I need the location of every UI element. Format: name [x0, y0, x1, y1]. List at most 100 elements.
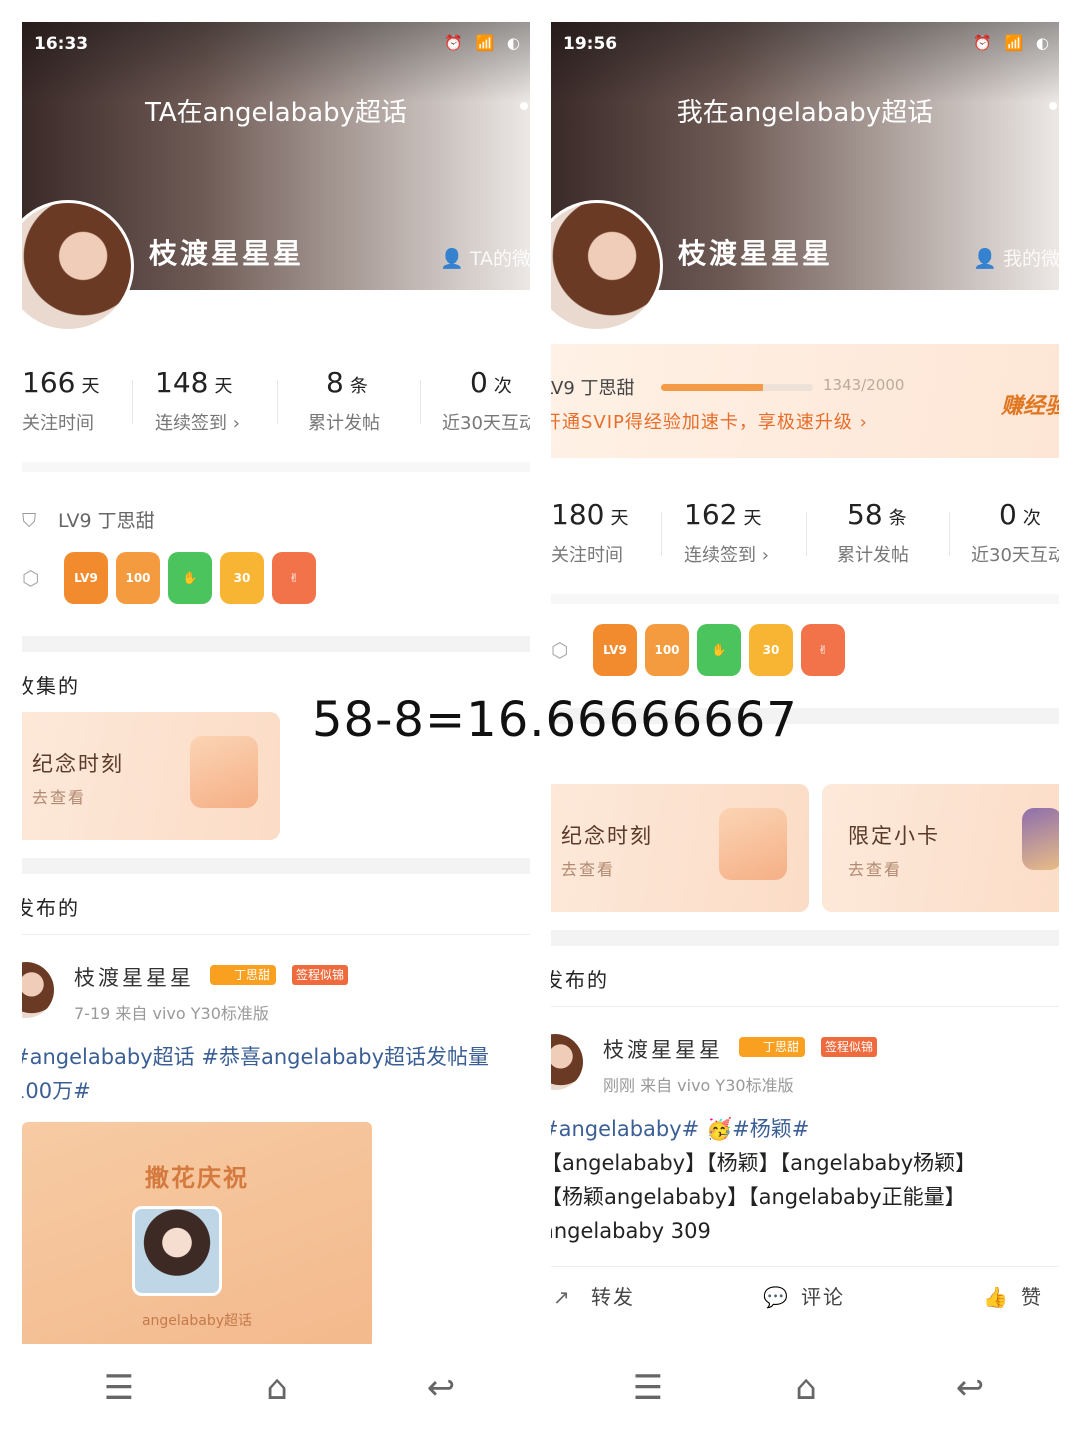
status-icons: ⏰ 📶 ◐ — [444, 34, 524, 52]
stat-follow-days: 180 天 关注时间 — [551, 498, 671, 567]
stat-unit: 条 — [888, 508, 907, 529]
stat-label: 连续签到 › — [155, 413, 240, 434]
stat-divider — [132, 380, 133, 424]
post-line[interactable]: #angelababy超话 #恭喜angelababy超话发帖量 — [22, 1040, 530, 1074]
post-image[interactable]: 撒花庆祝 angelababy超话 — [22, 1122, 372, 1344]
settings-icon[interactable] — [1049, 102, 1057, 110]
badge-lv9: LV9 — [64, 552, 108, 604]
divider-line — [22, 934, 530, 935]
like-button[interactable]: 👍 赞 — [983, 1281, 1043, 1310]
like-label: 赞 — [1021, 1285, 1043, 1309]
username: 枝渡星星星 — [678, 237, 834, 270]
stat-label: 关注时间 — [22, 413, 94, 434]
card-memorial[interactable]: 纪念时刻 去查看 — [22, 712, 280, 840]
card-subtitle: 去查看 — [32, 788, 87, 807]
badge-lv9: LV9 — [593, 624, 637, 676]
badge-100-days: 100 — [645, 624, 689, 676]
post-line[interactable]: 100万# — [22, 1074, 530, 1108]
repost-label: 转发 — [591, 1285, 635, 1309]
medal-icon: ⬡ — [22, 566, 40, 590]
stat-divider — [277, 380, 278, 424]
post-author[interactable]: 枝渡星星星 — [74, 962, 194, 992]
level-progress-bar — [661, 384, 813, 391]
level-row[interactable]: ⛉ LV9 丁思甜 — [22, 506, 155, 533]
stat-interactions: 0次 近30天互动 — [442, 366, 530, 435]
card-title: 限定小卡 — [848, 824, 940, 848]
post-header: 枝渡星星星 丁思甜 签程似锦 刚刚 来自 vivo Y30标准版 — [551, 1034, 1059, 1104]
stat-value: 148 — [155, 366, 209, 399]
earn-exp-button[interactable]: 赚经验 — [1001, 388, 1059, 420]
post-actions: ↗ 转发 💬 评论 👍 赞 — [551, 1266, 1059, 1326]
badge-30-days: 30 — [220, 552, 264, 604]
card-limited[interactable]: 限定小卡 去查看 — [822, 784, 1059, 912]
stat-divider — [806, 512, 807, 556]
level-card[interactable]: LV9 丁思甜 1343/2000 开通SVIP得经验加速卡，享极速升级 › 赚… — [551, 344, 1059, 458]
section-divider — [22, 462, 530, 472]
stat-label: 累计发帖 — [308, 413, 380, 434]
badge-gesture: ✌ — [272, 552, 316, 604]
section-divider — [22, 636, 530, 652]
thumbs-up-icon: 👍 — [983, 1285, 1010, 1309]
card-subtitle: 去查看 — [848, 860, 903, 879]
stat-value: 162 — [684, 498, 738, 531]
weibo-link[interactable]: 👤 TA的微博 — [440, 244, 530, 271]
badge-row[interactable]: ⬡ LV9 100 ✋ 30 ✌ — [22, 552, 342, 608]
level-progress-text: 1343/2000 — [823, 376, 905, 394]
medal-icon: ⬡ — [551, 638, 569, 662]
stat-follow-days: 166 天 关注时间 — [22, 366, 142, 435]
share-icon: ↗ — [553, 1285, 572, 1309]
stat-value: 0 — [999, 498, 1017, 531]
post-meta: 刚刚 来自 vivo Y30标准版 — [603, 1076, 794, 1095]
comment-button[interactable]: 💬 评论 — [763, 1281, 845, 1310]
badge-row[interactable]: ⬡ LV9 100 ✋ 30 ✌ — [551, 624, 871, 680]
back-icon[interactable]: ↩ — [416, 1368, 466, 1408]
shield-icon: ⛉ — [22, 510, 37, 532]
page-title: 我在angelababy超话 — [676, 98, 934, 128]
stat-value: 0 — [470, 366, 488, 399]
section-divider — [551, 930, 1059, 946]
card-memorial[interactable]: 纪念时刻 去查看 — [551, 784, 809, 912]
post-avatar[interactable] — [551, 1034, 583, 1090]
home-icon[interactable]: ⌂ — [252, 1368, 302, 1408]
section-divider — [22, 858, 530, 874]
image-photo — [132, 1206, 222, 1296]
menu-icon[interactable]: ☰ — [94, 1368, 144, 1408]
level-badge: 丁思甜 — [210, 965, 277, 985]
post-body[interactable]: #angelababy超话 #恭喜angelababy超话发帖量 100万# — [22, 1040, 530, 1108]
card-title: 纪念时刻 — [32, 752, 124, 776]
badge-hand: ✋ — [697, 624, 741, 676]
post-line: angelababy 309 — [551, 1219, 711, 1243]
stat-signin-days[interactable]: 162 天 连续签到 › — [684, 498, 804, 567]
left-screenshot: 16:33 ⏰ 📶 ◐ TA在angelababy超话 枝渡星星星 👤 TA的微… — [22, 22, 530, 1344]
svip-link[interactable]: 开通SVIP得经验加速卡，享极速升级 › — [551, 408, 868, 434]
sign-badge: 签程似锦 — [292, 965, 349, 985]
menu-icon[interactable]: ☰ — [623, 1368, 673, 1408]
badge-gesture: ✌ — [801, 624, 845, 676]
back-icon[interactable]: ↩ — [945, 1368, 995, 1408]
stat-signin-days[interactable]: 148 天 连续签到 › — [155, 366, 275, 435]
section-divider — [551, 594, 1059, 604]
stat-value: 166 — [22, 366, 76, 399]
post-body[interactable]: #angelababy# 🥳#杨颖# 【angelababy】【杨颖】【ange… — [551, 1112, 1059, 1248]
repost-button[interactable]: ↗ 转发 — [553, 1281, 635, 1310]
image-title: 撒花庆祝 — [145, 1164, 249, 1192]
person-icon: 👤 — [440, 248, 464, 270]
level-badge: 丁思甜 — [739, 1037, 806, 1057]
post-line[interactable]: #angelababy# 🥳#杨颖# — [551, 1112, 1059, 1146]
home-icon[interactable]: ⌂ — [781, 1368, 831, 1408]
stat-unit: 天 — [81, 376, 100, 397]
more-icon[interactable] — [520, 102, 528, 110]
post-header: 枝渡星星星 丁思甜 签程似锦 7-19 来自 vivo Y30标准版 — [22, 962, 530, 1032]
calendar-icon — [190, 736, 258, 808]
navigation-bar: ☰ ⌂ ↩ ☰ ⌂ ↩ — [0, 1344, 1080, 1440]
level-name: LV9 丁思甜 — [551, 378, 635, 399]
weibo-link[interactable]: 👤 我的微博 — [973, 244, 1059, 271]
stat-label: 近30天互动 — [971, 545, 1059, 566]
post-author[interactable]: 枝渡星星星 — [603, 1034, 723, 1064]
badge-hand: ✋ — [168, 552, 212, 604]
post-avatar[interactable] — [22, 962, 54, 1018]
stat-divider — [661, 512, 662, 556]
level-progress-fill — [661, 384, 764, 391]
published-title: 发布的 — [22, 896, 80, 920]
stat-label: 关注时间 — [551, 545, 623, 566]
